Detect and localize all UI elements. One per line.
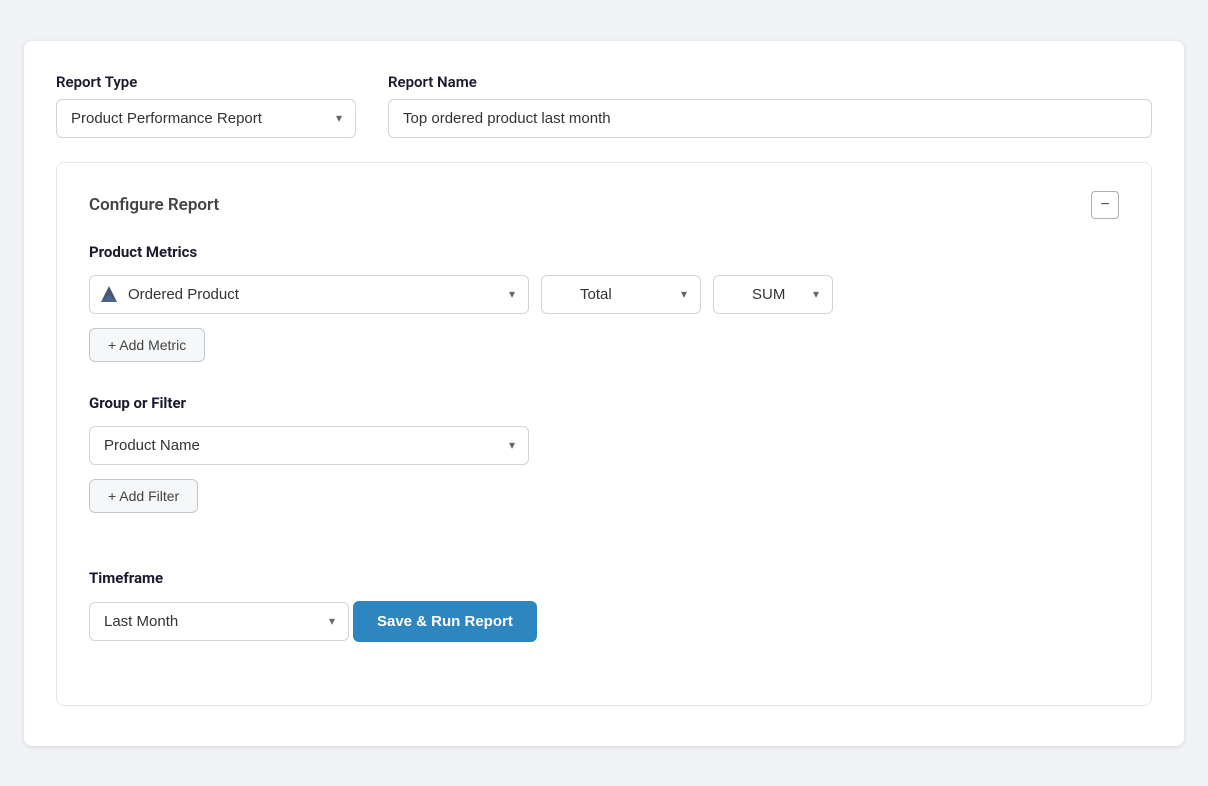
- configure-title: Configure Report: [89, 195, 219, 215]
- report-name-label: Report Name: [388, 73, 1152, 91]
- top-section: Report Type Product Performance Report S…: [56, 73, 1152, 138]
- page-container: Report Type Product Performance Report S…: [24, 41, 1184, 746]
- product-metrics-section: Product Metrics Ordered Product Shipped …: [89, 243, 1119, 390]
- report-type-label: Report Type: [56, 73, 356, 91]
- collapse-icon: −: [1100, 197, 1109, 213]
- sum-select[interactable]: SUM AVG MAX MIN: [713, 275, 833, 314]
- report-name-group: Report Name: [388, 73, 1152, 138]
- filter-select[interactable]: Product Name Category Brand SKU: [89, 426, 529, 465]
- total-select[interactable]: Total Average Count: [541, 275, 701, 314]
- product-metrics-label: Product Metrics: [89, 243, 1119, 261]
- group-filter-section: Group or Filter Product Name Category Br…: [89, 394, 1119, 541]
- report-type-select[interactable]: Product Performance Report Sales Summary…: [56, 99, 356, 138]
- save-run-button[interactable]: Save & Run Report: [353, 601, 537, 642]
- total-select-wrapper: Total Average Count ▾: [541, 275, 701, 314]
- metrics-row: Ordered Product Shipped Product Returned…: [89, 275, 1119, 314]
- group-filter-label: Group or Filter: [89, 394, 1119, 412]
- ordered-product-select-wrapper: Ordered Product Shipped Product Returned…: [89, 275, 529, 314]
- timeframe-section: Timeframe Last Month Last 7 Days Last 30…: [89, 569, 1119, 669]
- report-name-input[interactable]: [388, 99, 1152, 138]
- timeframe-label: Timeframe: [89, 569, 1119, 587]
- add-filter-label: + Add Filter: [108, 488, 179, 504]
- collapse-button[interactable]: −: [1091, 191, 1119, 219]
- report-type-group: Report Type Product Performance Report S…: [56, 73, 356, 138]
- timeframe-select[interactable]: Last Month Last 7 Days Last 30 Days Last…: [89, 602, 349, 641]
- configure-header: Configure Report −: [89, 191, 1119, 219]
- add-metric-button[interactable]: + Add Metric: [89, 328, 205, 362]
- ordered-product-select[interactable]: Ordered Product Shipped Product Returned…: [89, 275, 529, 314]
- add-metric-label: + Add Metric: [108, 337, 186, 353]
- sum-select-wrapper: SUM AVG MAX MIN ▾: [713, 275, 833, 314]
- save-run-label: Save & Run Report: [377, 613, 513, 630]
- add-filter-button[interactable]: + Add Filter: [89, 479, 198, 513]
- configure-card: Configure Report − Product Metrics: [56, 162, 1152, 706]
- report-type-select-wrapper: Product Performance Report Sales Summary…: [56, 99, 356, 138]
- filter-select-wrapper: Product Name Category Brand SKU ▾: [89, 426, 529, 465]
- timeframe-select-wrapper: Last Month Last 7 Days Last 30 Days Last…: [89, 602, 349, 641]
